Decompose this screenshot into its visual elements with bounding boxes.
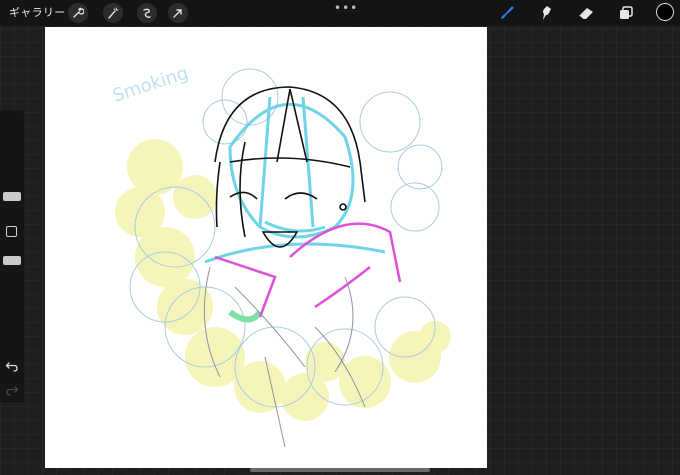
undo-icon[interactable] xyxy=(5,359,19,373)
adjustments-button[interactable] xyxy=(103,3,123,23)
layers-button[interactable] xyxy=(616,3,636,23)
gallery-button[interactable]: ギャラリー xyxy=(9,4,66,20)
transform-arrow-icon xyxy=(173,9,182,18)
smudge-tool-button[interactable] xyxy=(536,3,556,23)
actions-button[interactable] xyxy=(68,3,88,23)
redo-icon[interactable] xyxy=(5,383,19,397)
selection-icon xyxy=(143,8,151,19)
wrench-icon xyxy=(73,7,84,18)
selection-button[interactable] xyxy=(137,3,157,23)
smudge-icon xyxy=(543,6,551,20)
sketch-text: Smoking xyxy=(110,63,191,107)
layers-icon xyxy=(620,6,633,19)
brush-icon xyxy=(501,6,514,19)
color-picker-button[interactable] xyxy=(656,3,674,21)
eraser-tool-button[interactable] xyxy=(576,3,596,23)
sketch-artwork: Smoking xyxy=(110,63,451,448)
opacity-slider[interactable] xyxy=(3,256,21,265)
top-toolbar: ギャラリー ••• xyxy=(0,0,680,26)
drawing-canvas[interactable]: Smoking xyxy=(45,27,487,468)
transform-button[interactable] xyxy=(168,3,188,23)
eraser-icon xyxy=(578,8,593,20)
left-sidebar xyxy=(0,110,24,403)
brush-size-slider[interactable] xyxy=(3,192,21,201)
more-options-button[interactable]: ••• xyxy=(334,2,358,14)
magic-wand-icon xyxy=(108,7,119,19)
modify-button[interactable] xyxy=(6,226,17,237)
home-indicator xyxy=(250,468,430,472)
paint-tool-button[interactable] xyxy=(497,3,517,23)
